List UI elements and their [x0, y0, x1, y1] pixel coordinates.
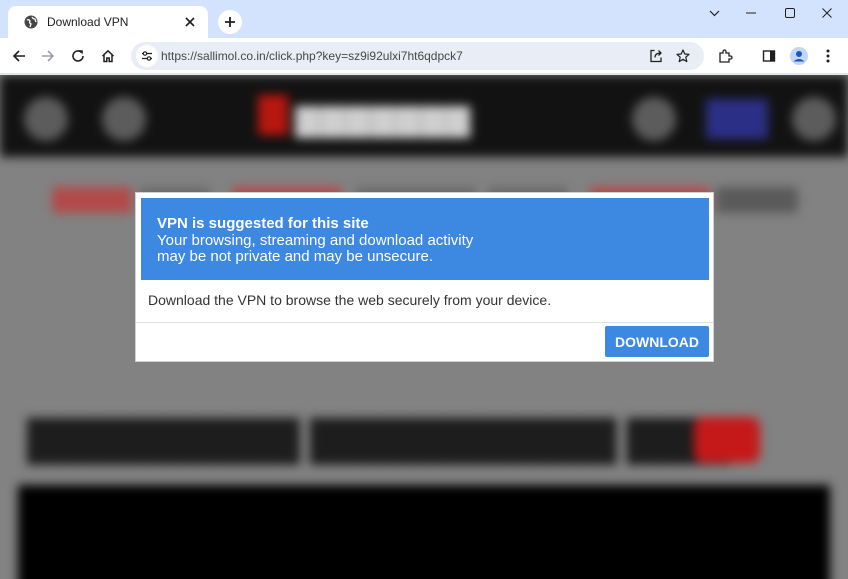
address-bar[interactable]: https://sallimol.co.in/click.php?key=sz9… — [131, 42, 704, 70]
home-icon — [101, 49, 115, 63]
tab-search-button[interactable] — [696, 0, 732, 26]
side-panel-button[interactable] — [755, 42, 783, 70]
profile-icon — [790, 47, 808, 65]
more-vert-icon — [826, 49, 830, 63]
dialog-divider — [136, 322, 713, 323]
blurred-logo-mark — [258, 95, 288, 135]
reload-button[interactable] — [64, 42, 92, 70]
blurred-menu-icon — [24, 97, 68, 141]
plus-icon — [224, 16, 236, 28]
blurred-nav-item — [52, 187, 132, 213]
tune-icon[interactable] — [136, 45, 158, 67]
menu-button[interactable] — [814, 42, 842, 70]
minimize-button[interactable] — [733, 0, 769, 26]
dialog-body-text: Download the VPN to browse the web secur… — [148, 292, 552, 308]
globe-icon — [24, 15, 38, 29]
url-text[interactable]: https://sallimol.co.in/click.php?key=sz9… — [161, 49, 463, 63]
home-button[interactable] — [94, 42, 122, 70]
dialog-warning-line-1: Your browsing, streaming and download ac… — [157, 232, 474, 249]
blurred-search-icon — [102, 97, 146, 141]
close-window-button[interactable] — [809, 0, 845, 26]
download-button[interactable]: DOWNLOAD — [605, 326, 709, 357]
blurred-badge — [694, 417, 760, 463]
blurred-site-header: ▇▇▇▇▇▇▇ — [0, 75, 848, 157]
tab-title: Download VPN — [47, 15, 129, 29]
blurred-video-player — [18, 485, 830, 579]
maximize-icon — [785, 8, 795, 18]
new-tab-button[interactable] — [218, 10, 242, 34]
forward-button[interactable] — [34, 42, 62, 70]
browser-titlebar: Download VPN — [0, 0, 848, 38]
side-panel-icon — [762, 49, 776, 63]
blurred-user-icon — [632, 97, 676, 141]
back-button[interactable] — [5, 42, 33, 70]
blurred-settings-icon — [792, 97, 836, 141]
chevron-down-icon — [709, 10, 720, 17]
extensions-button[interactable] — [711, 42, 739, 70]
arrow-left-icon — [12, 49, 26, 63]
dialog-warning-line-2: may be not private and may be unsecure. — [157, 248, 433, 265]
close-icon — [822, 8, 832, 18]
dialog-title: VPN is suggested for this site — [157, 215, 369, 232]
blurred-flag — [706, 99, 768, 139]
arrow-right-icon — [41, 49, 55, 63]
maximize-button[interactable] — [772, 0, 808, 26]
puzzle-icon — [718, 48, 733, 64]
browser-toolbar: https://sallimol.co.in/click.php?key=sz9… — [0, 38, 848, 74]
browser-tab[interactable]: Download VPN — [8, 6, 208, 38]
share-icon[interactable] — [645, 45, 667, 67]
close-icon[interactable] — [182, 14, 198, 30]
profile-button[interactable] — [785, 42, 813, 70]
blurred-logo-text: ▇▇▇▇▇▇▇ — [296, 104, 472, 137]
star-icon[interactable] — [672, 45, 694, 67]
blurred-heading: ▇▇▇▇▇▇▇▇ ▇▇▇▇▇▇▇▇▇ ▇▇▇ — [28, 414, 730, 463]
blurred-nav-item — [716, 187, 798, 213]
minimize-icon — [746, 12, 756, 14]
vpn-dialog: VPN is suggested for this site Your brow… — [135, 192, 714, 362]
reload-icon — [71, 49, 85, 63]
dialog-header: VPN is suggested for this site Your brow… — [141, 198, 709, 280]
